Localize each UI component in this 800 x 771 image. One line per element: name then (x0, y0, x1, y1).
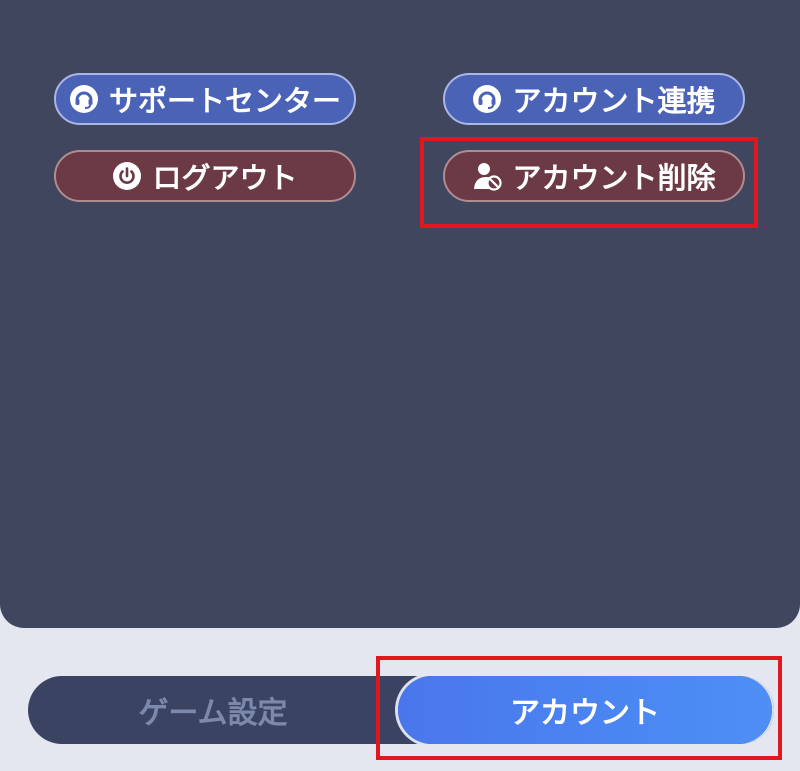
support-center-button[interactable]: サポートセンター (54, 73, 356, 125)
logout-label: ログアウト (152, 161, 298, 195)
logout-button[interactable]: ログアウト (54, 150, 356, 202)
account-tab-highlight (376, 656, 782, 760)
support-center-label: サポートセンター (108, 84, 341, 118)
delete-account-highlight (420, 137, 758, 228)
headset-chat-icon (472, 84, 502, 114)
power-icon (112, 161, 142, 191)
account-panel: サポートセンター アカウント連携 ログアウト アカウント削除 (0, 0, 800, 628)
tab-game-settings[interactable]: ゲーム設定 (28, 676, 398, 744)
headset-chat-icon (69, 84, 99, 114)
account-link-label: アカウント連携 (512, 84, 716, 118)
account-link-button[interactable]: アカウント連携 (443, 73, 745, 125)
tab-game-settings-label: ゲーム設定 (138, 696, 288, 731)
